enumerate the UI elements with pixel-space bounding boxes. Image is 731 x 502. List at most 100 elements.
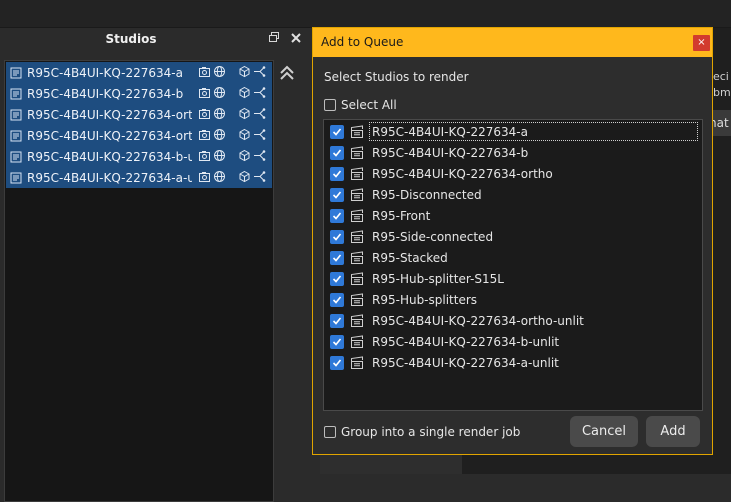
dialog-titlebar: Add to Queue × [313, 28, 712, 57]
queue-list-item[interactable]: R95C-4B4UI-KQ-227634-b [324, 142, 702, 163]
share-nodes-icon[interactable] [253, 65, 266, 78]
queue-list-item[interactable]: R95-Stacked [324, 247, 702, 268]
cube-icon[interactable] [238, 149, 251, 162]
studios-list[interactable]: R95C-4B4UI-KQ-227634-a R95C-4B4UI-KQ-2276… [4, 60, 274, 502]
share-nodes-icon[interactable] [253, 149, 266, 162]
checkmark-icon [332, 274, 342, 283]
cube-icon[interactable] [238, 86, 251, 99]
queue-item-label: R95C-4B4UI-KQ-227634-a [372, 124, 528, 139]
queue-item-checkbox[interactable] [330, 187, 344, 202]
select-all-label[interactable]: Select All [341, 98, 397, 112]
clapperboard-icon [351, 251, 363, 264]
clapperboard-icon [351, 167, 363, 180]
camera-icon[interactable] [198, 128, 211, 141]
queue-list-item[interactable]: R95-Front [324, 205, 702, 226]
queue-list-item[interactable]: R95C-4B4UI-KQ-227634-b-unlit [324, 331, 702, 352]
studio-row[interactable]: R95C-4B4UI-KQ-227634-b-unlit [6, 146, 272, 167]
globe-icon[interactable] [213, 149, 226, 162]
cube-icon[interactable] [238, 128, 251, 141]
studio-row[interactable]: R95C-4B4UI-KQ-227634-ortho-unlit [6, 125, 272, 146]
queue-item-checkbox[interactable] [330, 250, 344, 265]
queue-item-label: R95C-4B4UI-KQ-227634-b-unlit [372, 334, 560, 349]
studio-row-label: R95C-4B4UI-KQ-227634-b-unlit [27, 149, 192, 164]
queue-item-checkbox[interactable] [330, 355, 344, 370]
queue-studios-list[interactable]: R95C-4B4UI-KQ-227634-a R95C-4B4UI-KQ-2276… [323, 119, 703, 411]
queue-item-label: R95C-4B4UI-KQ-227634-ortho-unlit [372, 313, 584, 328]
studio-row[interactable]: R95C-4B4UI-KQ-227634-ortho [6, 104, 272, 125]
queue-list-item[interactable]: R95-Disconnected [324, 184, 702, 205]
cube-icon[interactable] [238, 107, 251, 120]
clapperboard-icon [351, 209, 363, 222]
cube-icon[interactable] [238, 65, 251, 78]
checkmark-icon [332, 295, 342, 304]
checkmark-icon [332, 127, 342, 136]
queue-item-checkbox[interactable] [330, 334, 344, 349]
queue-list-item[interactable]: R95C-4B4UI-KQ-227634-ortho-unlit [324, 310, 702, 331]
queue-item-checkbox[interactable] [330, 166, 344, 181]
globe-icon[interactable] [213, 107, 226, 120]
checkmark-icon [332, 148, 342, 157]
queue-item-checkbox[interactable] [330, 145, 344, 160]
clapperboard-icon [351, 188, 363, 201]
globe-icon[interactable] [213, 128, 226, 141]
queue-list-item[interactable]: R95C-4B4UI-KQ-227634-a-unlit [324, 352, 702, 373]
checkmark-icon [332, 190, 342, 199]
group-render-label[interactable]: Group into a single render job [341, 425, 520, 439]
studio-row[interactable]: R95C-4B4UI-KQ-227634-b [6, 83, 272, 104]
globe-icon[interactable] [213, 170, 226, 183]
queue-item-label: R95-Hub-splitter-S15L [372, 271, 504, 286]
undock-icon[interactable] [266, 30, 282, 48]
queue-list-item[interactable]: R95-Hub-splitter-S15L [324, 268, 702, 289]
queue-item-label: R95-Side-connected [372, 229, 494, 244]
studio-document-icon [10, 88, 22, 99]
queue-item-checkbox[interactable] [330, 208, 344, 223]
share-nodes-icon[interactable] [253, 128, 266, 141]
queue-item-label: R95C-4B4UI-KQ-227634-b [372, 145, 529, 160]
cancel-button[interactable]: Cancel [570, 416, 638, 447]
globe-icon[interactable] [213, 86, 226, 99]
queue-item-label: R95C-4B4UI-KQ-227634-ortho [372, 166, 553, 181]
queue-item-checkbox[interactable] [330, 313, 344, 328]
close-panel-icon[interactable] [288, 30, 304, 48]
select-all-checkbox[interactable] [324, 99, 336, 111]
globe-icon[interactable] [213, 65, 226, 78]
queue-item-checkbox[interactable] [330, 229, 344, 244]
studio-row-label: R95C-4B4UI-KQ-227634-ortho-unlit [27, 128, 192, 143]
studio-document-icon [10, 67, 22, 78]
clapperboard-icon [351, 146, 363, 159]
share-nodes-icon[interactable] [253, 170, 266, 183]
camera-icon[interactable] [198, 107, 211, 120]
clapperboard-icon [351, 314, 363, 327]
queue-list-item[interactable]: R95C-4B4UI-KQ-227634-a [324, 121, 702, 142]
camera-icon[interactable] [198, 86, 211, 99]
studio-row[interactable]: R95C-4B4UI-KQ-227634-a [6, 62, 272, 83]
queue-list-item[interactable]: R95-Side-connected [324, 226, 702, 247]
studio-row[interactable]: R95C-4B4UI-KQ-227634-a-unlit [6, 167, 272, 188]
dialog-close-button[interactable]: × [693, 35, 710, 51]
queue-item-label: R95-Stacked [372, 250, 448, 265]
add-to-queue-dialog: Add to Queue × Select Studios to render … [312, 27, 713, 455]
camera-icon[interactable] [198, 149, 211, 162]
queue-item-label: R95C-4B4UI-KQ-227634-a-unlit [372, 355, 559, 370]
checkmark-icon [332, 211, 342, 220]
camera-icon[interactable] [198, 65, 211, 78]
camera-icon[interactable] [198, 170, 211, 183]
queue-item-checkbox[interactable] [330, 292, 344, 307]
queue-list-item[interactable]: R95C-4B4UI-KQ-227634-ortho [324, 163, 702, 184]
cube-icon[interactable] [238, 170, 251, 183]
top-toolbar-strip [0, 0, 731, 28]
collapse-chevron-icon[interactable] [278, 64, 296, 82]
clapperboard-icon [351, 125, 363, 138]
checkmark-icon [332, 358, 342, 367]
clapperboard-icon [351, 230, 363, 243]
studio-row-label: R95C-4B4UI-KQ-227634-b [27, 86, 184, 101]
share-nodes-icon[interactable] [253, 86, 266, 99]
queue-list-item[interactable]: R95-Hub-splitters [324, 289, 702, 310]
share-nodes-icon[interactable] [253, 107, 266, 120]
queue-item-checkbox[interactable] [330, 271, 344, 286]
group-render-checkbox[interactable] [324, 426, 336, 438]
clapperboard-icon [351, 293, 363, 306]
queue-item-checkbox[interactable] [330, 124, 344, 139]
add-button[interactable]: Add [646, 416, 700, 447]
studio-document-icon [10, 151, 22, 162]
